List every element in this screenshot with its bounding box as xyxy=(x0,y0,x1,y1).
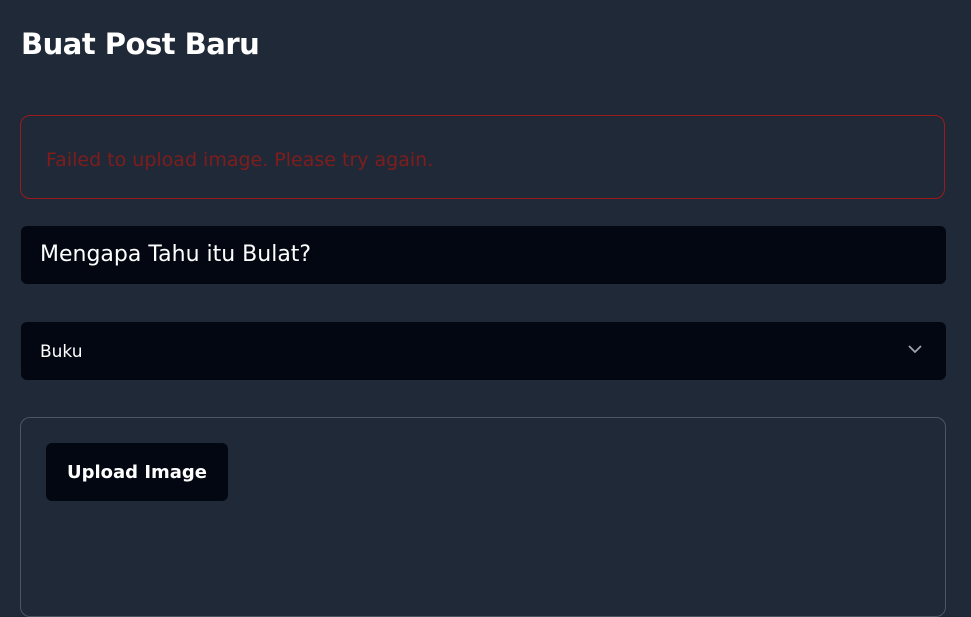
category-selected-value: Buku xyxy=(40,342,83,362)
error-message: Failed to upload image. Please try again… xyxy=(46,149,434,171)
image-upload-area[interactable]: Upload Image xyxy=(20,417,946,617)
error-alert: Failed to upload image. Please try again… xyxy=(20,115,945,199)
title-input-value: Mengapa Tahu itu Bulat? xyxy=(40,242,312,267)
category-select[interactable]: Buku xyxy=(21,322,946,380)
page-title: Buat Post Baru xyxy=(21,27,260,61)
upload-image-button[interactable]: Upload Image xyxy=(46,443,228,501)
chevron-down-icon xyxy=(908,345,922,354)
title-input[interactable]: Mengapa Tahu itu Bulat? xyxy=(21,226,946,284)
